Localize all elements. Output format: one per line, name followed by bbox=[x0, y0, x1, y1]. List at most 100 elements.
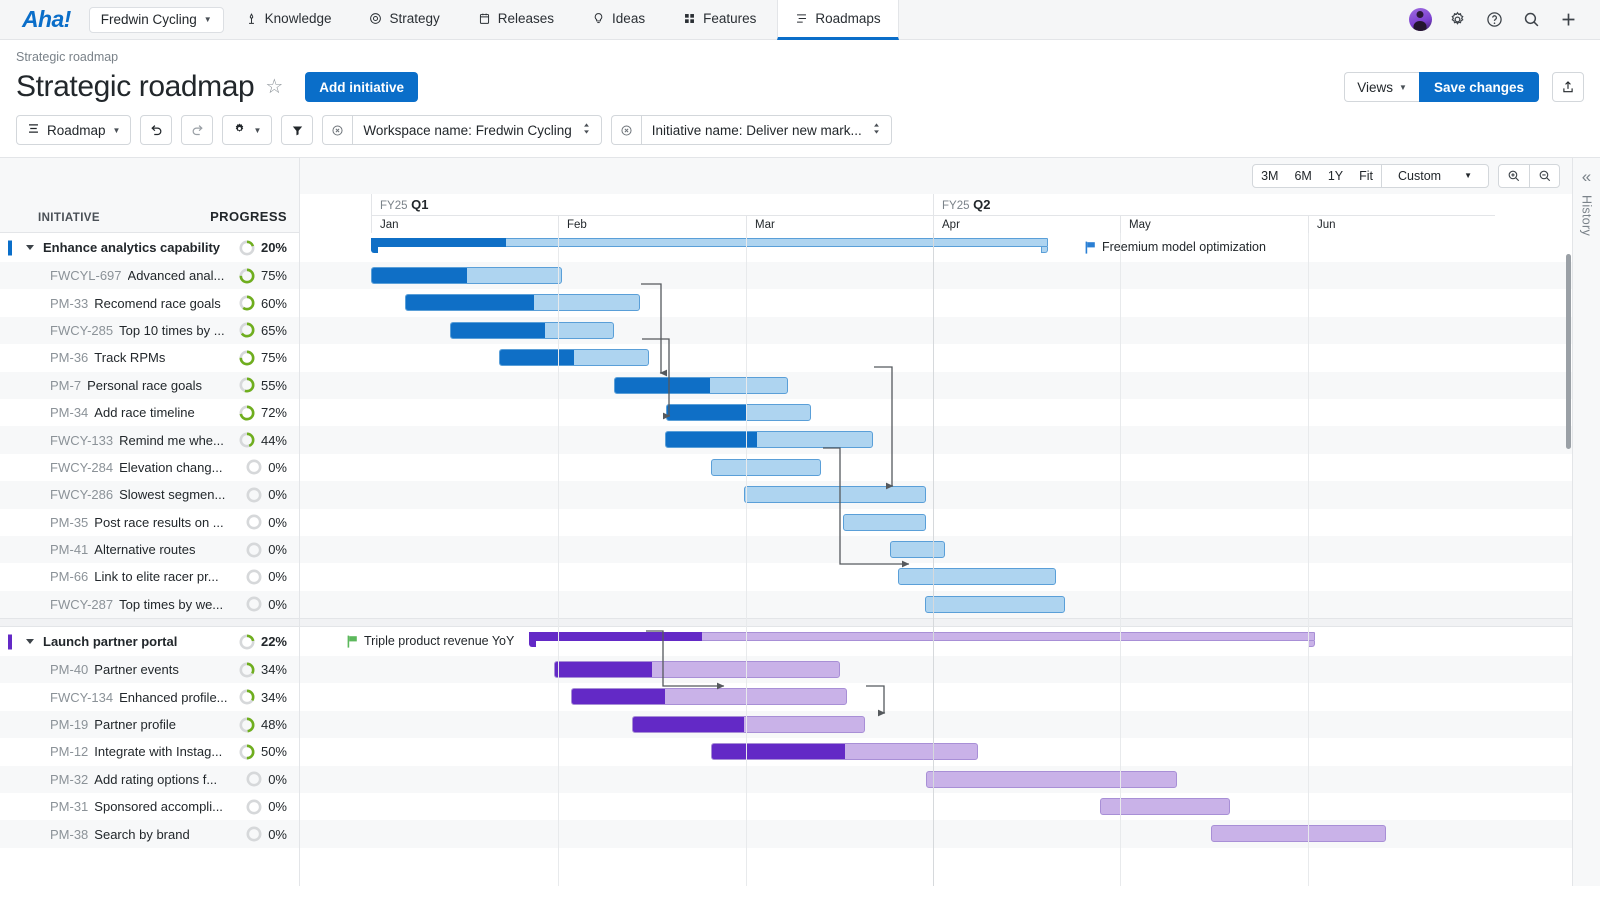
history-panel[interactable]: « History bbox=[1572, 158, 1600, 886]
initiative-row[interactable]: PM-33Recomend race goals60% bbox=[0, 289, 299, 316]
timeline-row[interactable] bbox=[300, 766, 1572, 793]
initiative-row[interactable]: FWCY-133Remind me whe...44% bbox=[0, 426, 299, 453]
gantt-bar[interactable] bbox=[554, 661, 840, 678]
remove-filter-icon[interactable] bbox=[322, 115, 352, 145]
initiative-row[interactable]: PM-31Sponsored accompli...0% bbox=[0, 793, 299, 820]
initiative-row[interactable]: PM-36Track RPMs75% bbox=[0, 344, 299, 371]
filter-value-initiative[interactable]: Initiative name: Deliver new mark... bbox=[641, 115, 892, 145]
nav-tab-features[interactable]: Features bbox=[666, 0, 773, 39]
timeline-row[interactable] bbox=[300, 536, 1572, 563]
timeline-row[interactable] bbox=[300, 372, 1572, 399]
roadmap-type-dropdown[interactable]: Roadmap ▼ bbox=[16, 115, 131, 145]
gantt-bar[interactable] bbox=[898, 568, 1056, 585]
views-button[interactable]: Views ▼ bbox=[1344, 72, 1419, 102]
help-icon[interactable] bbox=[1478, 4, 1510, 36]
gantt-bar[interactable] bbox=[711, 743, 978, 760]
favorite-star-icon[interactable]: ☆ bbox=[265, 77, 283, 97]
nav-tab-roadmaps[interactable]: Roadmaps bbox=[777, 0, 898, 40]
initiative-group-row[interactable]: Enhance analytics capability20% bbox=[0, 233, 299, 262]
gantt-bar[interactable] bbox=[371, 267, 562, 284]
initiative-row[interactable]: FWCY-285Top 10 times by ...65% bbox=[0, 317, 299, 344]
timeline-row[interactable] bbox=[300, 793, 1572, 820]
nav-tab-knowledge[interactable]: Knowledge bbox=[228, 0, 349, 39]
settings-dropdown[interactable]: ▼ bbox=[222, 115, 272, 145]
timeline-row[interactable] bbox=[300, 344, 1572, 371]
share-icon[interactable] bbox=[1552, 72, 1584, 102]
initiative-row[interactable]: PM-7Personal race goals55% bbox=[0, 372, 299, 399]
gear-icon[interactable] bbox=[1441, 4, 1473, 36]
column-header-initiative[interactable]: INITIATIVE bbox=[0, 212, 100, 232]
breadcrumb[interactable]: Strategic roadmap bbox=[16, 50, 1584, 64]
gantt-bar[interactable] bbox=[571, 688, 847, 705]
plus-icon[interactable] bbox=[1552, 4, 1584, 36]
gantt-bar[interactable] bbox=[665, 431, 873, 448]
column-header-progress[interactable]: PROGRESS bbox=[210, 209, 299, 232]
timeline-row[interactable] bbox=[300, 683, 1572, 710]
initiative-row[interactable]: PM-12Integrate with Instag...50% bbox=[0, 738, 299, 765]
timeline-row[interactable] bbox=[300, 509, 1572, 536]
range-6m[interactable]: 6M bbox=[1286, 165, 1319, 187]
nav-tab-strategy[interactable]: Strategy bbox=[352, 0, 456, 39]
add-initiative-button[interactable]: Add initiative bbox=[305, 72, 418, 102]
initiative-row[interactable]: PM-41Alternative routes0% bbox=[0, 536, 299, 563]
gantt-bar[interactable] bbox=[666, 404, 811, 421]
timeline-row[interactable] bbox=[300, 426, 1572, 453]
search-icon[interactable] bbox=[1515, 4, 1547, 36]
milestone-marker[interactable]: Freemium model optimization bbox=[1085, 240, 1266, 254]
nav-tab-ideas[interactable]: Ideas bbox=[575, 0, 662, 39]
gantt-bar[interactable] bbox=[744, 486, 926, 503]
timeline-row[interactable]: Triple product revenue YoY bbox=[300, 627, 1572, 656]
timeline-row[interactable] bbox=[300, 738, 1572, 765]
vertical-scrollbar-thumb[interactable] bbox=[1566, 254, 1571, 449]
range-custom-dropdown[interactable]: Custom ▼ bbox=[1381, 165, 1488, 187]
gantt-bar[interactable] bbox=[499, 349, 649, 366]
initiative-row[interactable]: PM-32Add rating options f...0% bbox=[0, 766, 299, 793]
gantt-bar[interactable] bbox=[614, 377, 788, 394]
gantt-bar[interactable] bbox=[711, 459, 821, 476]
timeline-row[interactable] bbox=[300, 656, 1572, 683]
initiative-row[interactable]: FWCY-287Top times by we...0% bbox=[0, 591, 299, 618]
initiative-row[interactable]: FWCYL-697Advanced anal...75% bbox=[0, 262, 299, 289]
range-3m[interactable]: 3M bbox=[1253, 165, 1286, 187]
range-1y[interactable]: 1Y bbox=[1320, 165, 1351, 187]
initiative-group-row[interactable]: Launch partner portal22% bbox=[0, 627, 299, 656]
filter-value-workspace[interactable]: Workspace name: Fredwin Cycling bbox=[352, 115, 601, 145]
initiative-row[interactable]: PM-34Add race timeline72% bbox=[0, 399, 299, 426]
gantt-bar[interactable] bbox=[405, 294, 640, 311]
zoom-in-icon[interactable] bbox=[1499, 165, 1529, 187]
undo-button[interactable] bbox=[140, 115, 172, 145]
save-changes-button[interactable]: Save changes bbox=[1419, 72, 1539, 102]
timeline-row[interactable] bbox=[300, 317, 1572, 344]
collapse-triangle-icon[interactable] bbox=[26, 245, 34, 250]
initiative-row[interactable]: PM-38Search by brand0% bbox=[0, 820, 299, 847]
nav-tab-releases[interactable]: Releases bbox=[461, 0, 571, 39]
timeline-row[interactable] bbox=[300, 820, 1572, 847]
timeline-row[interactable]: Freemium model optimization bbox=[300, 233, 1572, 262]
gantt-bar[interactable] bbox=[450, 322, 614, 339]
gantt-bar[interactable] bbox=[890, 541, 945, 558]
timeline-row[interactable] bbox=[300, 481, 1572, 508]
redo-button[interactable] bbox=[181, 115, 213, 145]
summary-bar[interactable] bbox=[371, 238, 1048, 251]
gantt-bar[interactable] bbox=[926, 771, 1177, 788]
initiative-row[interactable]: PM-40Partner events34% bbox=[0, 656, 299, 683]
gantt-bar[interactable] bbox=[925, 596, 1065, 613]
range-fit[interactable]: Fit bbox=[1351, 165, 1381, 187]
milestone-marker[interactable]: Triple product revenue YoY bbox=[347, 634, 514, 648]
gantt-bar[interactable] bbox=[843, 514, 926, 531]
timeline-row[interactable] bbox=[300, 262, 1572, 289]
timeline-row[interactable] bbox=[300, 563, 1572, 590]
initiative-row[interactable]: PM-19Partner profile48% bbox=[0, 711, 299, 738]
collapse-chevron-icon[interactable]: « bbox=[1582, 168, 1591, 185]
timeline-row[interactable] bbox=[300, 289, 1572, 316]
workspace-switcher[interactable]: Fredwin Cycling ▼ bbox=[89, 7, 224, 33]
timeline-row[interactable] bbox=[300, 711, 1572, 738]
initiative-row[interactable]: FWCY-286Slowest segmen...0% bbox=[0, 481, 299, 508]
summary-bar[interactable] bbox=[529, 632, 1315, 645]
gantt-bar[interactable] bbox=[1211, 825, 1386, 842]
timeline-row[interactable] bbox=[300, 454, 1572, 481]
initiative-row[interactable]: PM-66Link to elite racer pr...0% bbox=[0, 563, 299, 590]
initiative-row[interactable]: FWCY-284Elevation chang...0% bbox=[0, 454, 299, 481]
aha-logo[interactable]: Aha! bbox=[0, 0, 89, 39]
initiative-row[interactable]: FWCY-134Enhanced profile...34% bbox=[0, 683, 299, 710]
